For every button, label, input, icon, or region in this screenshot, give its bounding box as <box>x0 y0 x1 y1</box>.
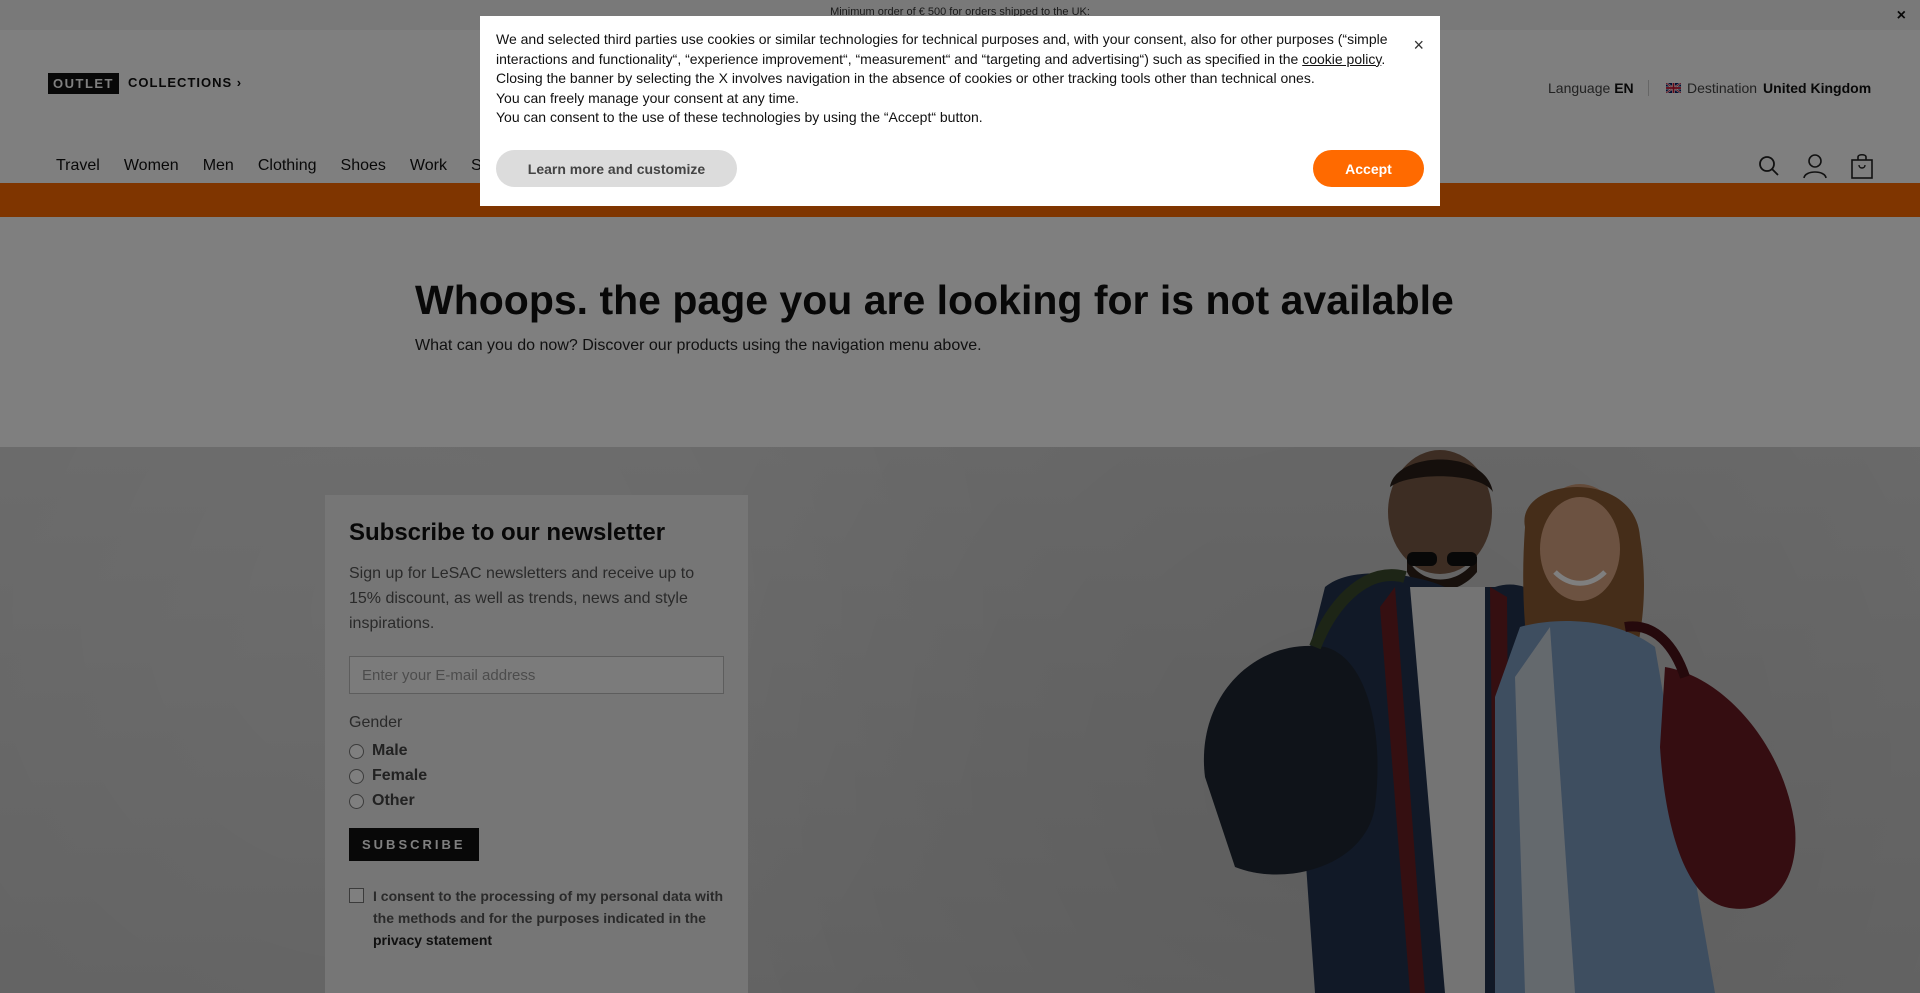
cookie-text-main: We and selected third parties use cookie… <box>496 31 1388 67</box>
cookie-text-4: You can consent to the use of these tech… <box>496 109 983 125</box>
cookie-text-2: Closing the banner by selecting the X in… <box>496 70 1315 86</box>
cookie-text-3: You can freely manage your consent at an… <box>496 89 799 106</box>
close-icon[interactable]: × <box>1413 35 1424 56</box>
accept-button[interactable]: Accept <box>1313 150 1424 187</box>
cookie-banner: We and selected third parties use cookie… <box>480 16 1440 206</box>
learn-more-button[interactable]: Learn more and customize <box>496 150 737 187</box>
cookie-text-1: We and selected third parties use cookie… <box>496 31 1388 67</box>
cookie-policy-link[interactable]: cookie policy <box>1302 51 1381 67</box>
